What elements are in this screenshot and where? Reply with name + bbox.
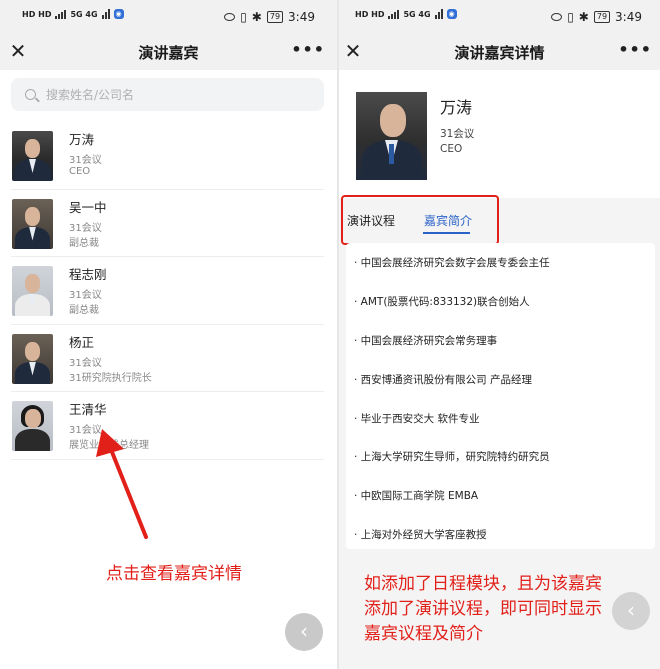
avatar [12,266,53,316]
bio-item: · 中国会展经济研究会数字会展专委会主任 [354,256,550,269]
annotation-text: 点击查看嘉宾详情 [106,564,242,584]
profile-name: 万涛 [440,98,473,117]
clock-time: 3:49 [615,10,642,24]
app-notification-icon: ◉ [113,9,124,19]
speaker-title: CEO [69,166,91,177]
profile-card: 万涛 31会议 CEO [339,70,660,198]
speaker-item[interactable]: 杨正 31会议 31研究院执行院长 [11,325,324,392]
bio-item: · AMT(股票代码:833132)联合创始人 [354,295,530,308]
search-icon [25,89,36,100]
annotation-line: 如添加了日程模块，且为该嘉宾 [364,574,602,594]
eye-icon [224,13,236,21]
speaker-title: 副总裁 [69,305,99,316]
speaker-name: 程志刚 [69,267,107,282]
status-left: HD HD 5G 4G ◉ [355,9,457,19]
profile-conference: 31会议 [440,128,475,140]
speaker-name: 吴一中 [69,199,107,215]
vibrate-icon: ▯ [567,10,574,24]
wifi-icon [101,9,110,19]
bluetooth-icon: ✱ [578,10,589,24]
vibrate-icon: ▯ [240,10,247,24]
annotation-line: 嘉宾议程及简介 [364,624,483,644]
speaker-conference: 31会议 [69,357,102,369]
speaker-name: 杨正 [69,334,95,350]
search-input[interactable] [46,87,286,102]
avatar [12,401,53,451]
nav-bar: ✕ 演讲嘉宾 ••• [0,34,337,70]
profile-title: CEO [440,143,463,155]
speaker-name: 万涛 [69,132,95,147]
clock-time: 3:49 [288,10,315,24]
status-bar: HD HD 5G 4G ◉ ▯ ✱ 79 3:49 [0,0,337,34]
speaker-conference: 31会议 [69,290,102,301]
avatar [12,131,53,181]
annotation-line: 添加了演讲议程，即可同时显示 [364,599,602,619]
speaker-detail-screen: HD HD 5G 4G ◉ ▯ ✱ 79 3:49 ✕ 演讲嘉宾详情 ••• 万… [339,0,660,669]
speaker-conference: 31会议 [69,155,102,166]
search-bar[interactable] [11,78,324,111]
hd-indicator: HD HD [22,9,52,19]
signal-icon [388,9,400,19]
speaker-list-screen: HD HD 5G 4G ◉ ▯ ✱ 79 3:49 ✕ 演讲嘉宾 ••• 万涛 … [0,0,337,669]
back-icon[interactable]: ‹ [285,613,323,651]
network-label: 5G 4G [403,9,431,19]
bluetooth-icon: ✱ [251,10,262,24]
status-right: ▯ ✱ 79 3:49 [224,10,315,24]
nav-bar: ✕ 演讲嘉宾详情 ••• [339,34,660,70]
speaker-item[interactable]: 万涛 31会议 CEO [11,122,324,190]
bio-item: · 毕业于西安交大 软件专业 [354,412,480,425]
speaker-title: 31研究院执行院长 [69,372,152,384]
avatar [12,198,53,249]
bio-item: · 上海大学研究生导师，研究院特约研究员 [354,451,550,464]
speaker-title: 副总裁 [69,237,99,249]
page-title: 演讲嘉宾详情 [454,44,545,62]
more-icon[interactable]: ••• [618,40,652,59]
hd-indicator: HD HD [355,9,385,19]
status-right: ▯ ✱ 79 3:49 [551,10,642,24]
bio-card: · 中国会展经济研究会数字会展专委会主任 · AMT(股票代码:833132)联… [346,243,655,549]
app-notification-icon: ◉ [446,9,457,19]
page-title: 演讲嘉宾 [138,44,199,62]
status-left: HD HD 5G 4G ◉ [22,9,124,19]
speaker-list: 万涛 31会议 CEO 吴一中 31会议 副总裁 程志刚 31会议 副总裁 杨正… [0,122,337,460]
annotation-arrow-icon [96,429,148,539]
speaker-item[interactable]: 王清华 31会议 展览业务线总经理 [11,392,324,460]
speaker-conference: 31会议 [69,222,102,234]
network-label: 5G 4G [70,9,98,19]
wifi-icon [434,9,443,19]
back-icon[interactable]: ‹ [612,592,650,630]
annotation-text: 如添加了日程模块，且为该嘉宾 添加了演讲议程，即可同时显示 嘉宾议程及简介 [364,572,602,647]
battery-level: 79 [593,11,611,23]
status-bar: HD HD 5G 4G ◉ ▯ ✱ 79 3:49 [339,0,660,34]
profile-photo [356,92,427,180]
more-icon[interactable]: ••• [291,40,325,59]
speaker-item[interactable]: 程志刚 31会议 副总裁 [11,257,324,325]
bio-item: · 中欧国际工商学院 EMBA [354,490,479,503]
battery-level: 79 [266,11,284,23]
signal-icon [55,9,67,19]
eye-icon [551,13,563,21]
speaker-name: 王清华 [69,402,107,417]
speaker-item[interactable]: 吴一中 31会议 副总裁 [11,190,324,257]
bio-item: · 西安博通资讯股份有限公司 产品经理 [354,373,533,386]
avatar [12,333,53,384]
annotation-highlight-box [341,195,499,245]
bio-item: · 中国会展经济研究会常务理事 [354,334,498,347]
bio-item: · 上海对外经贸大学客座教授 [354,529,487,542]
